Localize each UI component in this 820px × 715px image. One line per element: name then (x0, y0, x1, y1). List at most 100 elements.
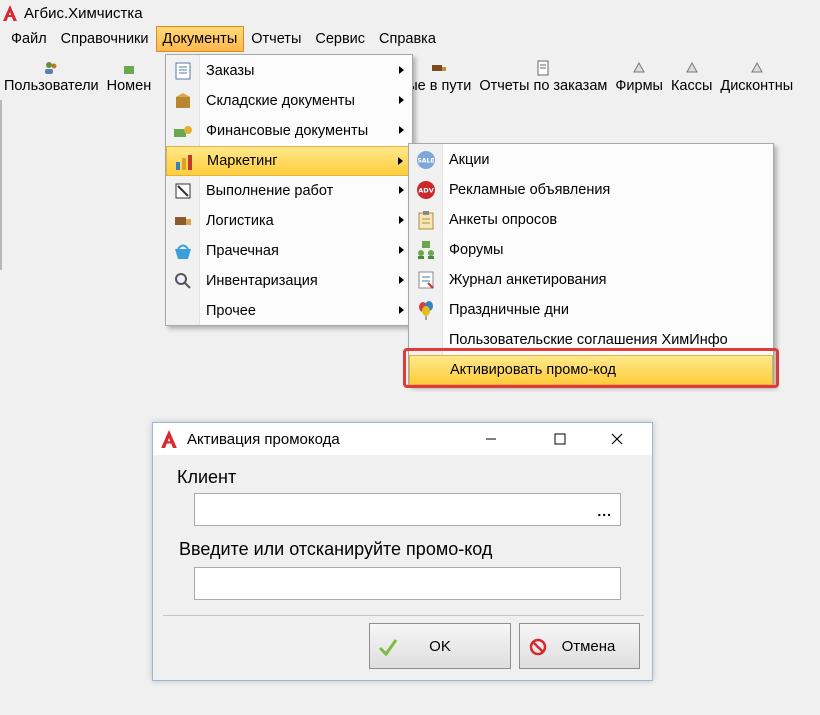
menu-item-surveys[interactable]: Анкеты опросов (409, 205, 773, 235)
client-label: Клиент (177, 467, 237, 487)
app-title: Агбис.Химчистка (24, 4, 143, 22)
submenu-arrow-icon (399, 126, 404, 134)
submenu-arrow-icon (399, 96, 404, 104)
journal-icon (415, 270, 437, 290)
menu-item-label: Рекламные объявления (449, 182, 611, 198)
minimize-icon (486, 438, 496, 440)
menu-documents[interactable]: Документы (155, 26, 245, 52)
magnifier-icon (172, 271, 194, 291)
basket-icon (172, 241, 194, 261)
menu-item-inventory[interactable]: Инвентаризация (166, 266, 412, 296)
menu-item-marketing[interactable]: Маркетинг (166, 146, 412, 176)
menu-reports[interactable]: Отчеты (244, 26, 308, 52)
toolbar-nomenclature-label: Номен (106, 78, 152, 94)
toolbar-order-reports-label: Отчеты по заказам (479, 78, 608, 94)
adv-badge-text: ADV (418, 187, 433, 195)
cancel-button[interactable]: Отмена (519, 623, 640, 669)
client-field[interactable]: ... (194, 493, 621, 526)
menu-item-label: Пользовательские соглашения ХимИнфо (449, 332, 728, 348)
balloons-icon (415, 300, 437, 320)
callout-highlight (403, 348, 779, 388)
menubar: Файл Справочники Документы Отчеты Сервис… (0, 26, 820, 52)
menu-item-label: Прочее (206, 303, 256, 319)
menu-item-other[interactable]: Прочее (166, 296, 412, 326)
toolbar-firms-button[interactable]: Фирмы (611, 60, 667, 98)
adv-badge-icon: ADV (415, 180, 437, 200)
menu-item-label: Логистика (206, 213, 274, 229)
clipboard-icon (415, 210, 437, 230)
menu-item-label: Маркетинг (207, 153, 278, 169)
menu-help[interactable]: Справка (372, 26, 443, 52)
submenu-arrow-icon (399, 276, 404, 284)
submenu-arrow-icon (399, 216, 404, 224)
maximize-icon (554, 433, 566, 445)
discount-icon (750, 61, 763, 73)
truck-icon (432, 65, 447, 71)
minimize-button[interactable] (468, 423, 514, 455)
report-icon (537, 60, 549, 76)
ok-button[interactable]: OK (369, 623, 511, 669)
toolbar-in-transit-button[interactable]: ые в пути (403, 60, 475, 98)
documents-menu: Заказы Складские документы Финансовые до… (165, 54, 413, 326)
menu-item-label: Финансовые документы (206, 123, 369, 139)
menu-item-label: Инвентаризация (206, 273, 318, 289)
menu-item-ads[interactable]: ADV Рекламные объявления (409, 175, 773, 205)
logistics-icon (172, 211, 194, 231)
submenu-arrow-icon (399, 246, 404, 254)
toolbar-discount-label: Дисконтны (720, 78, 794, 94)
dialog-separator (163, 615, 644, 616)
app-logo-icon (161, 430, 179, 448)
menu-item-label: Выполнение работ (206, 183, 334, 199)
menu-file[interactable]: Файл (4, 26, 54, 52)
sale-badge-text: SALE (418, 158, 435, 165)
menu-item-warehouse-docs[interactable]: Складские документы (166, 86, 412, 116)
toolbar-order-reports-button[interactable]: Отчеты по заказам (475, 60, 611, 98)
menu-item-label: Праздничные дни (449, 302, 569, 318)
menu-references[interactable]: Справочники (54, 26, 156, 52)
menu-item-label: Анкеты опросов (449, 212, 558, 228)
app-titlebar: Агбис.Химчистка (0, 0, 820, 26)
toolbar-users-button[interactable]: Пользователи (0, 60, 103, 98)
menu-item-forums[interactable]: Форумы (409, 235, 773, 265)
forum-icon (415, 240, 437, 260)
menu-item-label: Складские документы (206, 93, 355, 109)
toolbar-users-label: Пользователи (4, 78, 99, 94)
toolbar-cashboxes-button[interactable]: Кассы (667, 60, 716, 98)
maximize-button[interactable] (537, 423, 583, 455)
toolbar-firms-label: Фирмы (615, 78, 663, 94)
app-logo-icon (2, 4, 18, 22)
menu-item-orders[interactable]: Заказы (166, 56, 412, 86)
menu-item-label: Форумы (449, 242, 504, 258)
sale-badge-icon: SALE (415, 150, 437, 170)
menu-item-holidays[interactable]: Праздничные дни (409, 295, 773, 325)
toolbar-discount-button[interactable]: Дисконтны (716, 60, 797, 98)
promo-code-input[interactable] (194, 567, 621, 600)
window-edge (0, 100, 2, 270)
dialog-title: Активация промокода (187, 430, 340, 448)
submenu-arrow-icon (399, 66, 404, 74)
menu-item-survey-journal[interactable]: Журнал анкетирования (409, 265, 773, 295)
promo-label: Введите или отсканируйте промо-код (179, 539, 493, 559)
menu-item-laundry[interactable]: Прачечная (166, 236, 412, 266)
toolbar-nomenclature-button[interactable]: Номен (103, 60, 156, 98)
menu-item-label: Заказы (206, 63, 255, 79)
toolbar-in-transit-label: ые в пути (407, 78, 472, 94)
client-picker-button[interactable]: ... (597, 503, 612, 519)
close-button[interactable] (594, 423, 640, 455)
submenu-arrow-icon (399, 306, 404, 314)
menu-item-label: Журнал анкетирования (449, 272, 607, 288)
nomenclature-icon (123, 66, 134, 74)
menu-item-financial-docs[interactable]: Финансовые документы (166, 116, 412, 146)
menu-item-logistics[interactable]: Логистика (166, 206, 412, 236)
dialog-titlebar: Активация промокода (153, 423, 652, 455)
marketing-chart-icon (173, 152, 195, 172)
menu-item-work-execution[interactable]: Выполнение работ (166, 176, 412, 206)
menu-item-promotions[interactable]: SALE Акции (409, 145, 773, 175)
work-icon (172, 181, 194, 201)
cashbox-icon (685, 61, 698, 73)
firms-icon (633, 61, 646, 73)
checkmark-icon (378, 639, 398, 657)
menu-service[interactable]: Сервис (308, 26, 372, 52)
no-entry-icon (529, 638, 547, 656)
money-icon (172, 121, 194, 141)
